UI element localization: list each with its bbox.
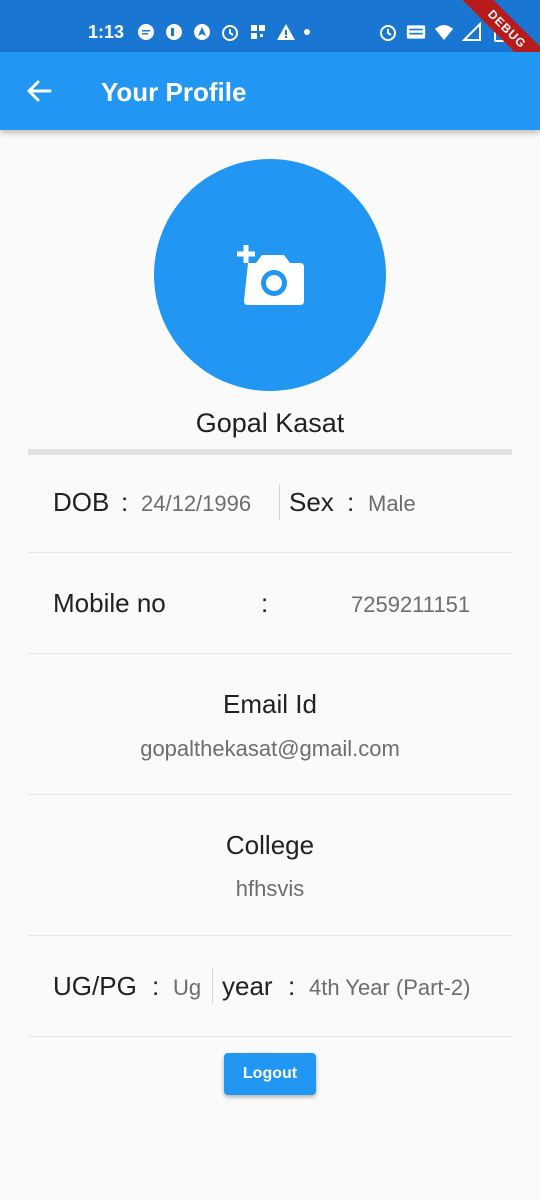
row-divider (28, 552, 512, 553)
warning-icon (277, 24, 295, 40)
sex-separator: : (347, 487, 355, 517)
app-bar: Your Profile (0, 52, 540, 130)
ugpg-separator: : (152, 971, 160, 1001)
dob-separator: : (121, 487, 129, 517)
ugpg-value: Ug (173, 975, 202, 1000)
name-divider (28, 449, 512, 455)
signal-icon (462, 22, 481, 41)
college-value: hfhsvis (235, 876, 305, 901)
qr-icon (251, 25, 265, 39)
add-a-photo-icon (237, 245, 304, 305)
mobile-separator: : (261, 588, 269, 618)
dob-value: 24/12/1996 (141, 491, 252, 516)
nav-icon (194, 24, 210, 40)
more-dot-icon (304, 29, 310, 35)
notification-icons (136, 22, 310, 42)
year-label: year (222, 971, 273, 1001)
logout-button[interactable]: Logout (224, 1053, 316, 1095)
email-value: gopalthekasat@gmail.com (140, 736, 400, 761)
profile-name: Gopal Kasat (195, 408, 345, 438)
row-divider (28, 935, 512, 936)
year-value: 4th Year (Part-2) (309, 975, 471, 1000)
app-icon (166, 24, 182, 40)
ugpg-label: UG/PG (53, 971, 137, 1001)
year-separator: : (288, 971, 296, 1001)
dob-sex-separator (279, 484, 280, 520)
dob-label: DOB (53, 487, 110, 517)
sex-value: Male (368, 491, 416, 516)
mobile-label: Mobile no (53, 588, 166, 618)
college-label: College (225, 830, 315, 860)
ugpg-year-separator (212, 968, 213, 1004)
profile-avatar-button[interactable] (154, 159, 386, 391)
email-label: Email Id (223, 689, 317, 719)
row-divider (28, 653, 512, 654)
alarm-icon (222, 25, 238, 41)
alarm-icon (380, 25, 396, 41)
arrow-back-icon[interactable] (24, 76, 54, 106)
status-bar: 1:13 DEBUG (0, 0, 540, 90)
row-divider (28, 1036, 512, 1037)
chat-icon (138, 24, 154, 40)
row-divider (28, 794, 512, 795)
status-time: 1:13 (88, 22, 125, 42)
vowifi-icon (406, 25, 426, 39)
wifi-icon (435, 25, 453, 40)
mobile-value: 7259211151 (351, 592, 471, 617)
sex-label: Sex (289, 487, 334, 517)
page-title: Your Profile (101, 77, 247, 107)
